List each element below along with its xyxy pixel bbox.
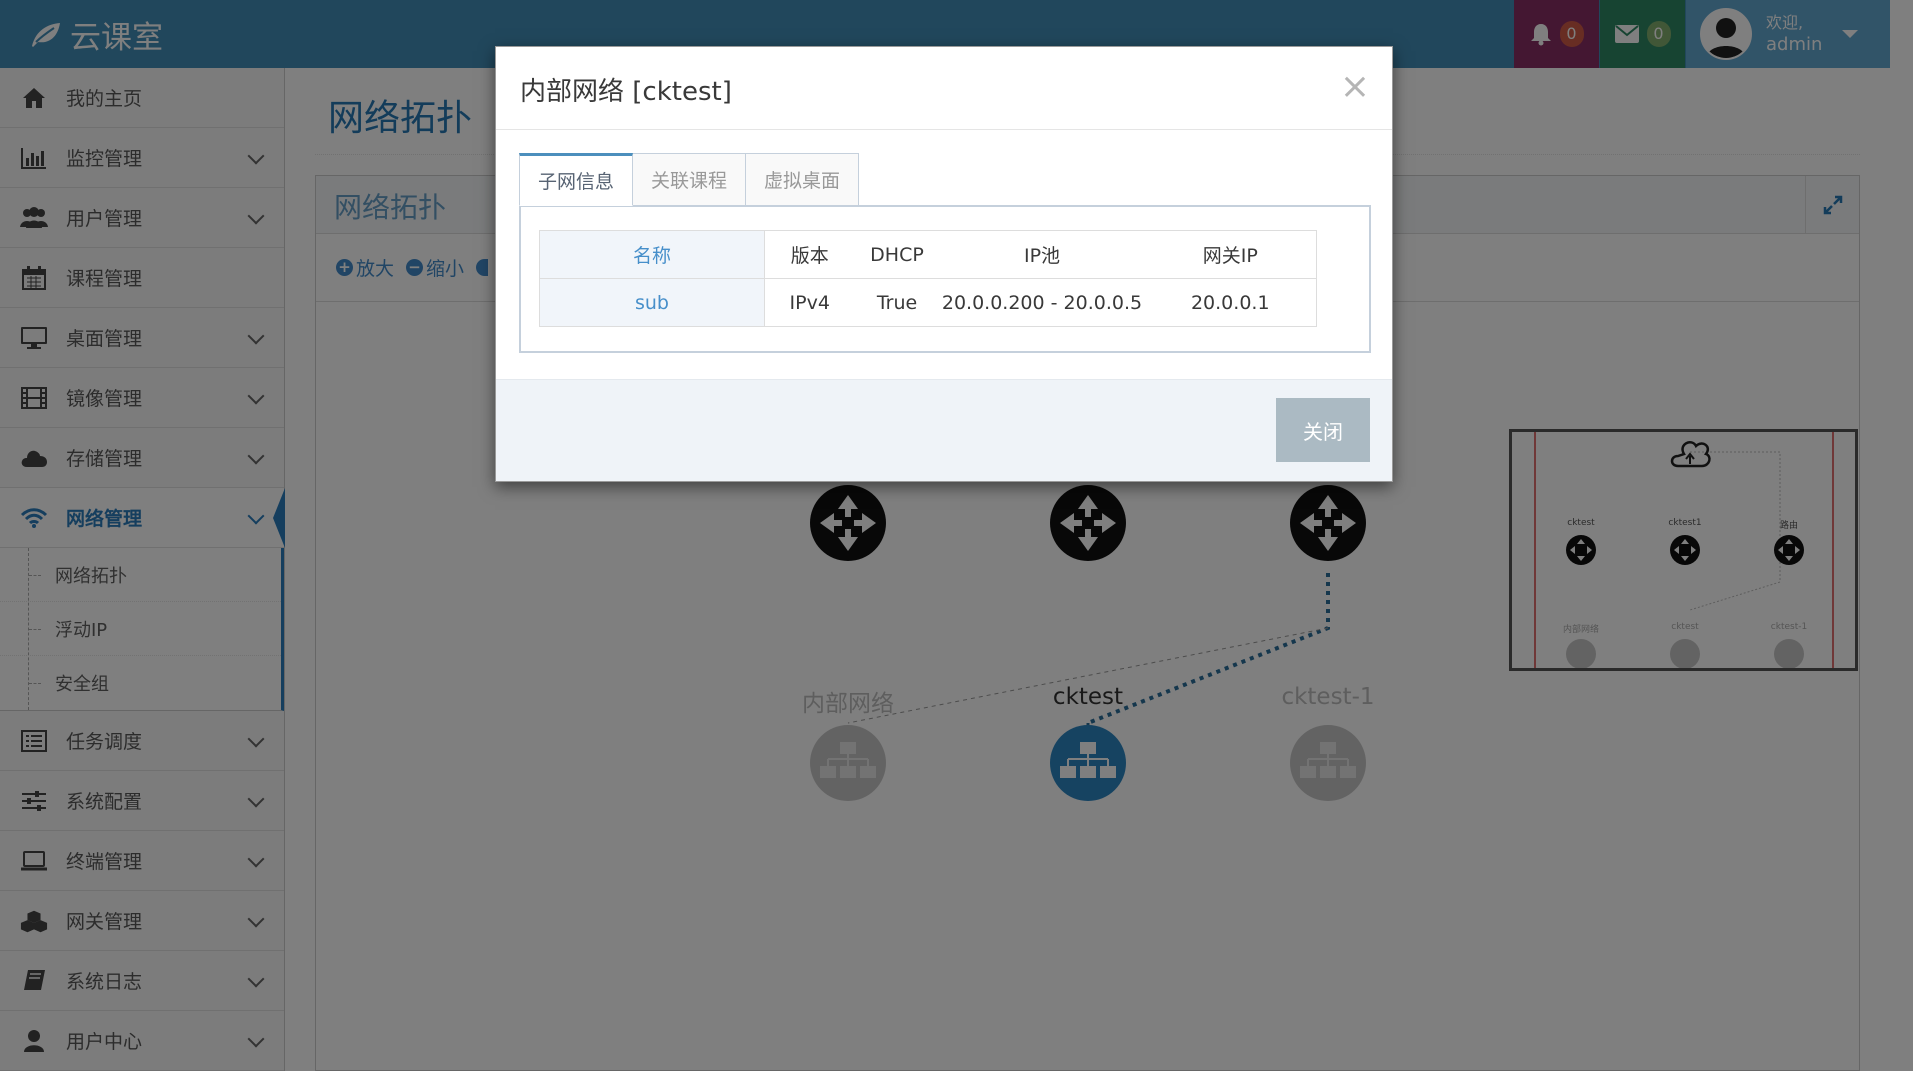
- table-header-cell: 版本: [764, 230, 855, 279]
- table-header-cell: DHCP: [854, 230, 940, 279]
- modal-tabs: 子网信息 关联课程 虚拟桌面: [519, 153, 1371, 206]
- table-row[interactable]: sub IPv4 True 20.0.0.200 - 20.0.0.5 20.0…: [539, 278, 1317, 327]
- modal-header: 内部网络 [cktest] ×: [496, 47, 1392, 130]
- table-header-cell: IP池: [939, 230, 1145, 279]
- table-cell: 20.0.0.1: [1144, 278, 1317, 327]
- table-cell: 20.0.0.200 - 20.0.0.5: [939, 278, 1145, 327]
- tab-virtual-desktops[interactable]: 虚拟桌面: [745, 153, 860, 206]
- tab-subnet-info[interactable]: 子网信息: [519, 153, 634, 206]
- tab-related-courses[interactable]: 关联课程: [632, 153, 747, 206]
- modal-title: 内部网络 [cktest]: [520, 77, 732, 107]
- table-cell: True: [854, 278, 940, 327]
- modal-body: 子网信息 关联课程 虚拟桌面 名称 版本 DHCP IP池 网关IP sub I…: [519, 153, 1371, 353]
- table-cell: IPv4: [764, 278, 855, 327]
- close-icon[interactable]: ×: [1340, 69, 1370, 105]
- table-header-cell: 网关IP: [1144, 230, 1317, 279]
- table-header-row: 名称 版本 DHCP IP池 网关IP: [539, 230, 1317, 279]
- table-header-cell: 名称: [539, 230, 765, 279]
- table-cell: sub: [539, 278, 765, 327]
- close-button[interactable]: 关闭: [1276, 398, 1370, 462]
- network-detail-modal: 内部网络 [cktest] × 子网信息 关联课程 虚拟桌面 名称 版本 DHC…: [495, 46, 1393, 482]
- tab-pane-subnet-info: 名称 版本 DHCP IP池 网关IP sub IPv4 True 20.0.0…: [519, 205, 1371, 353]
- modal-footer: 关闭: [496, 379, 1392, 481]
- subnet-table: 名称 版本 DHCP IP池 网关IP sub IPv4 True 20.0.0…: [539, 230, 1317, 327]
